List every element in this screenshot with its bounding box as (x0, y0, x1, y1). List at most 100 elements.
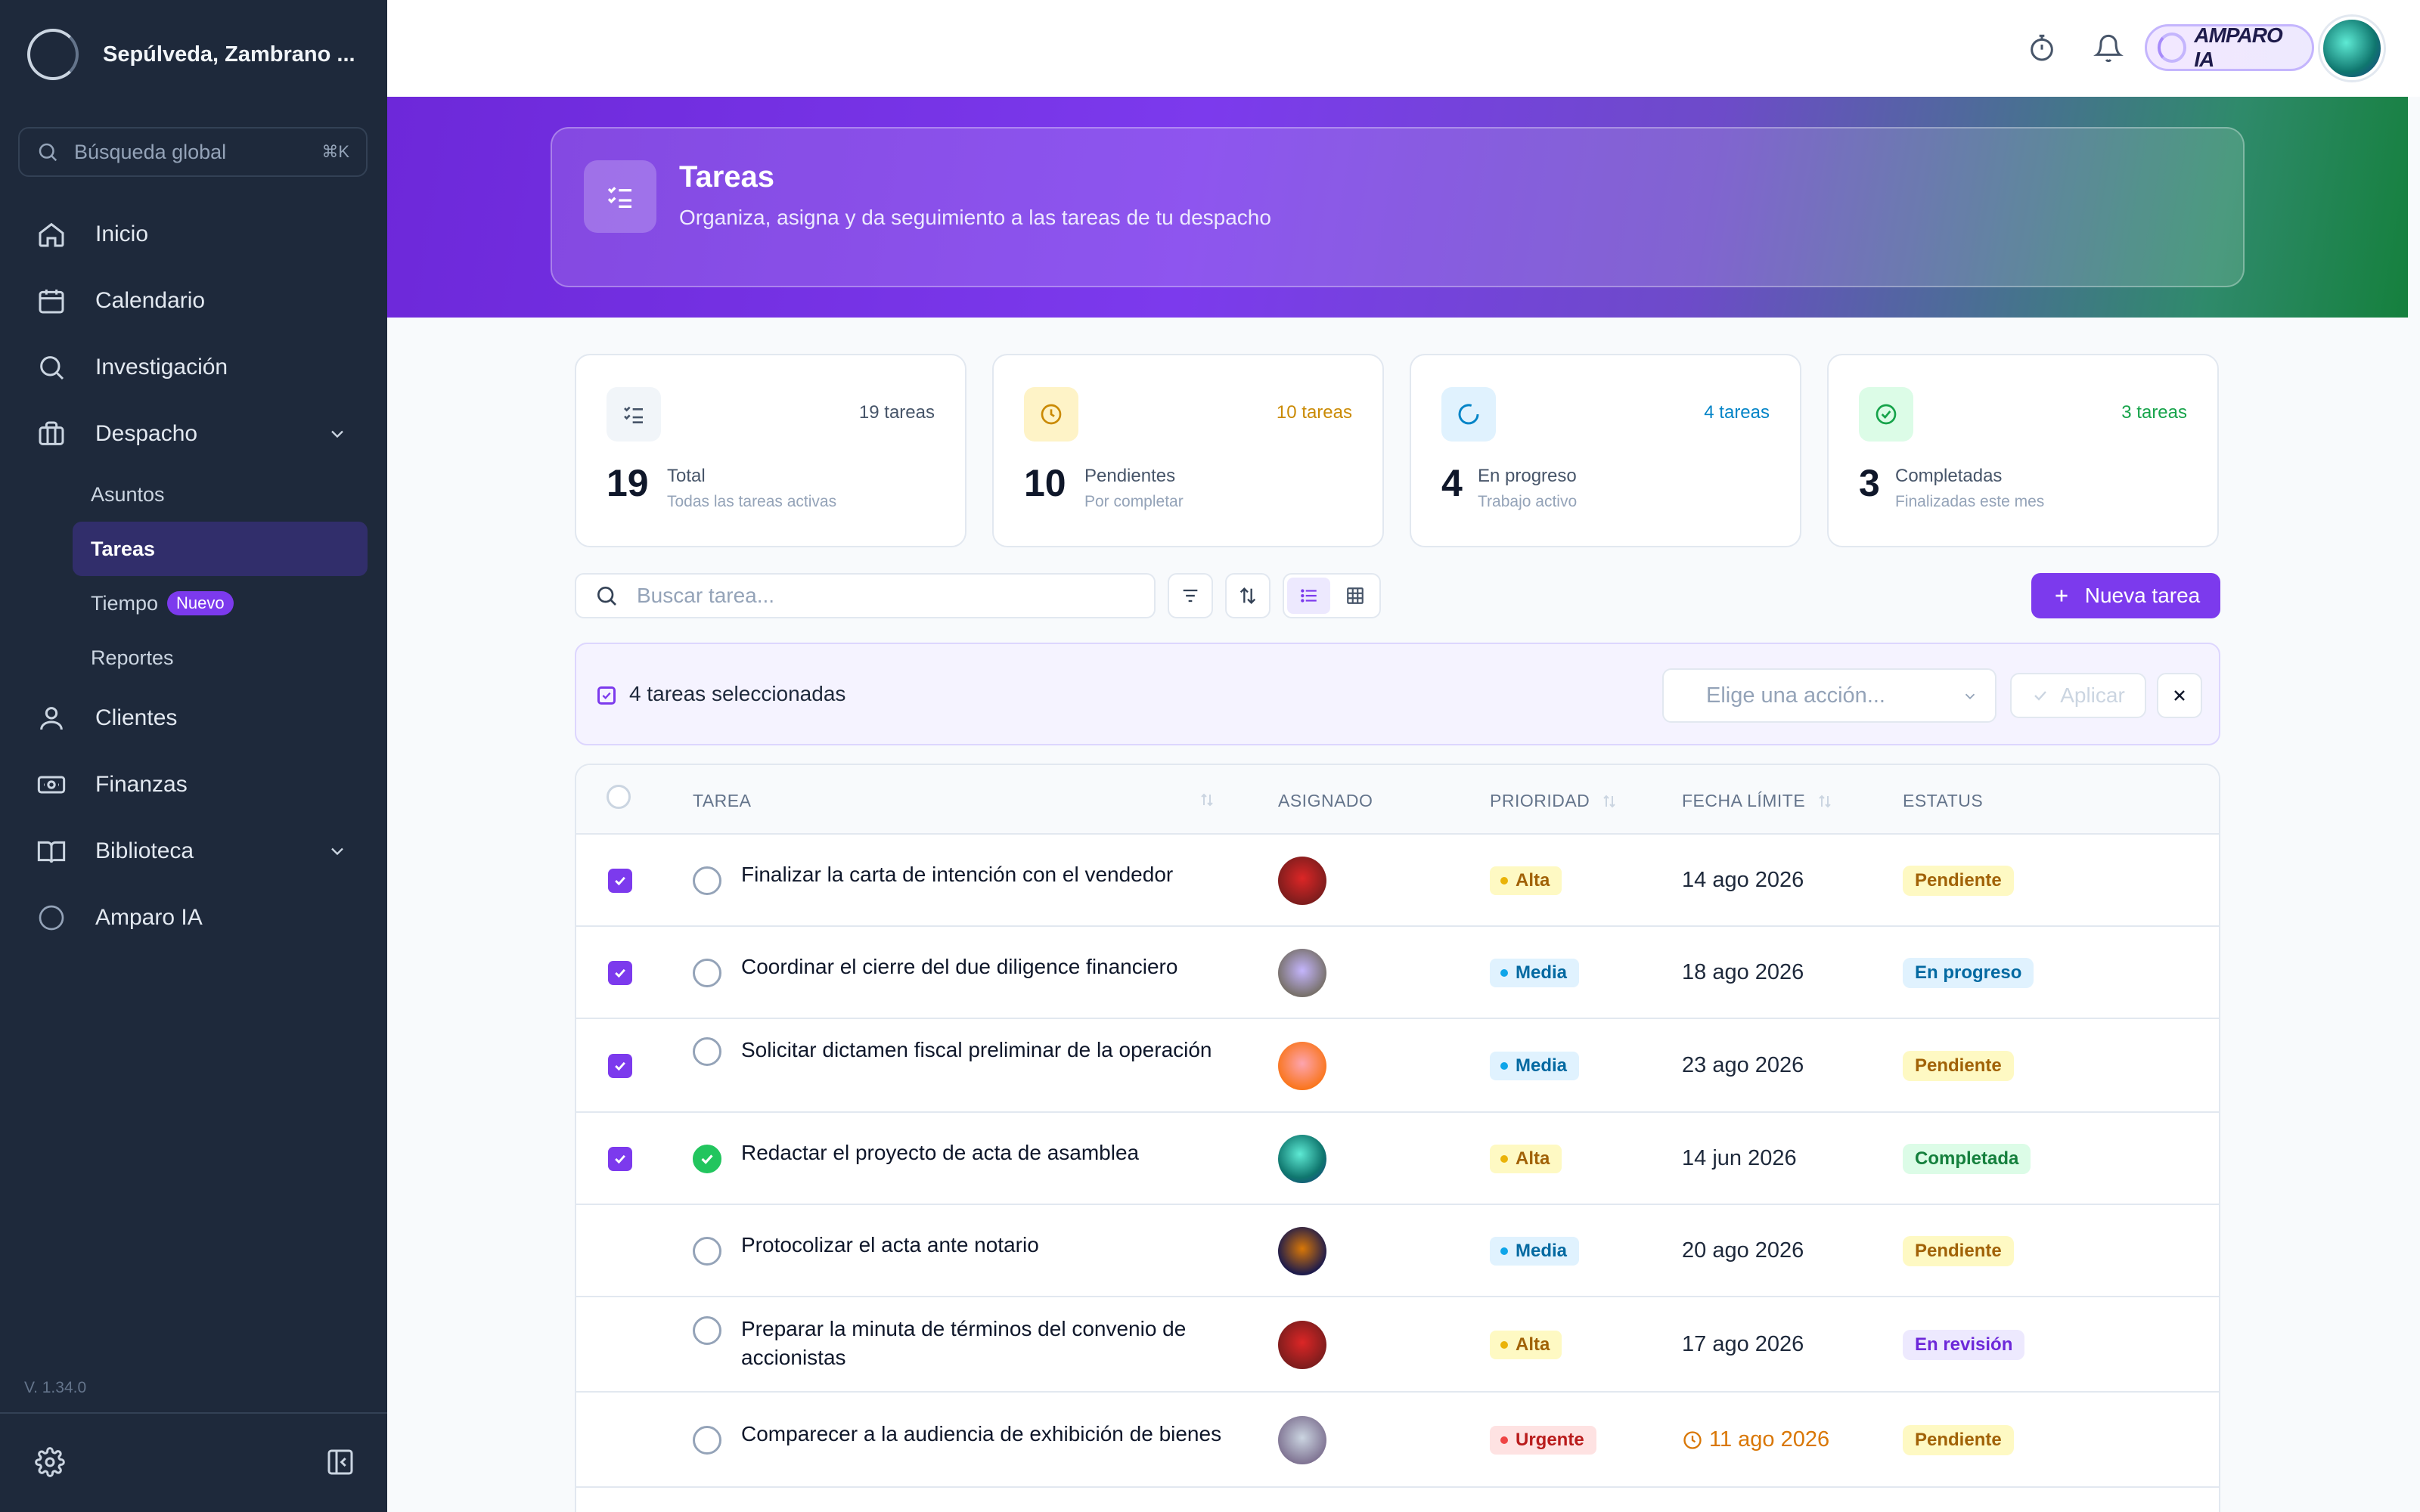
nav-item-amparo[interactable]: Amparo IA (0, 885, 387, 951)
task-complete-toggle[interactable] (693, 959, 721, 987)
nav-item-biblioteca[interactable]: Biblioteca (0, 818, 387, 885)
table-row[interactable]: Protocolizar el acta ante notario Media 20… (576, 1205, 2219, 1297)
column-header-fecha[interactable]: FECHA LÍMITE (1682, 791, 1834, 811)
global-search[interactable]: Búsqueda global ⌘K (18, 127, 368, 177)
table-row[interactable]: Preparar la minuta de términos del conve… (576, 1297, 2219, 1393)
status-badge: Completada (1903, 1144, 2031, 1174)
grid-view-button[interactable] (1333, 578, 1376, 614)
select-all-checkbox[interactable] (607, 785, 631, 809)
clear-selection-button[interactable] (2157, 673, 2202, 718)
task-title[interactable]: Finalizar la carta de intención con el v… (741, 860, 1240, 889)
priority-label: Media (1516, 962, 1568, 983)
task-title[interactable]: Preparar la minuta de términos del conve… (741, 1315, 1240, 1372)
priority-label: Media (1516, 1055, 1568, 1076)
assignee-avatar[interactable] (1278, 1416, 1326, 1464)
bulk-select-checkbox[interactable] (597, 686, 616, 705)
sort-icon (1239, 587, 1256, 604)
due-date: 18 ago 2026 (1682, 960, 1804, 985)
nav-item-calendario[interactable]: Calendario (0, 268, 387, 334)
column-header-tarea[interactable]: TAREA (693, 791, 751, 811)
amparo-ia-label: AMPARO IA (2194, 23, 2282, 71)
bulk-action-select[interactable]: Elige una acción... (1662, 668, 1996, 723)
list-view-button[interactable] (1287, 578, 1330, 614)
apply-button[interactable]: Aplicar (2010, 673, 2146, 718)
column-header-label: ASIGNADO (1278, 791, 1373, 810)
priority-dot (1500, 1247, 1508, 1255)
assignee-avatar[interactable] (1278, 1135, 1326, 1183)
sidebar: Sepúlveda, Zambrano ... Búsqueda global … (0, 0, 387, 1512)
bell-icon[interactable] (2093, 33, 2124, 64)
apply-label: Aplicar (2060, 683, 2125, 707)
new-badge: Nuevo (167, 591, 234, 615)
stat-number: 3 (1859, 462, 1880, 504)
chevron-down-icon[interactable] (327, 423, 348, 445)
amparo-ia-button[interactable]: AMPARO IA (2145, 23, 2314, 71)
task-complete-toggle[interactable] (693, 1426, 721, 1455)
stat-card-completadas: 3 tareas 3 Completadas Finalizadas este … (1827, 354, 2219, 547)
task-complete-toggle[interactable] (693, 866, 721, 895)
firm-switcher[interactable]: Sepúlveda, Zambrano ... (27, 29, 355, 80)
nav-item-investigacion[interactable]: Investigación (0, 334, 387, 401)
sub-item-tareas[interactable]: Tareas (73, 522, 368, 576)
user-avatar[interactable] (2320, 17, 2384, 80)
nav-item-inicio[interactable]: Inicio (0, 201, 387, 268)
priority-badge: Media (1490, 1237, 1580, 1266)
check-icon (615, 876, 625, 886)
task-complete-toggle[interactable] (693, 1237, 721, 1266)
sub-item-tiempo[interactable]: Tiempo Nuevo (73, 576, 368, 631)
column-header-label: TAREA (693, 791, 752, 810)
assignee-avatar[interactable] (1278, 1227, 1326, 1275)
new-task-button[interactable]: Nueva tarea (2031, 573, 2220, 618)
nav-item-clientes[interactable]: Clientes (0, 685, 387, 751)
stat-desc: Trabajo activo (1478, 493, 1578, 510)
stat-number: 10 (1024, 462, 1066, 504)
stat-count: 10 tareas (1276, 402, 1352, 423)
assignee-avatar[interactable] (1278, 1321, 1326, 1369)
stopwatch-icon[interactable] (2027, 33, 2057, 64)
priority-dot (1500, 877, 1508, 885)
task-complete-toggle[interactable] (693, 1145, 721, 1173)
row-checkbox[interactable] (608, 961, 632, 985)
gear-icon[interactable] (35, 1447, 65, 1477)
chevron-down-icon[interactable] (327, 841, 348, 862)
task-title[interactable]: Solicitar dictamen fiscal preliminar de … (741, 1036, 1240, 1064)
assignee-avatar[interactable] (1278, 1042, 1326, 1090)
task-title[interactable]: Redactar el proyecto de acta de asamblea (741, 1139, 1240, 1167)
column-header-prioridad[interactable]: PRIORIDAD (1490, 791, 1618, 811)
sub-item-reportes[interactable]: Reportes (73, 631, 368, 685)
task-title[interactable]: Protocolizar el acta ante notario (741, 1231, 1240, 1259)
column-header-asignado: ASIGNADO (1278, 791, 1373, 811)
task-complete-toggle[interactable] (693, 1316, 721, 1345)
table-row[interactable]: Redactar el proyecto de acta de asamblea… (576, 1113, 2219, 1205)
nav-label: Amparo IA (95, 905, 203, 930)
table-row[interactable]: Comparecer a la audiencia de exhibición … (576, 1393, 2219, 1488)
check-icon (615, 1154, 625, 1164)
row-checkbox[interactable] (608, 1054, 632, 1078)
row-checkbox[interactable] (608, 1147, 632, 1171)
plus-icon (2055, 590, 2068, 602)
row-checkbox[interactable] (608, 869, 632, 893)
stat-count: 19 tareas (858, 402, 935, 423)
table-row[interactable]: Coordinar el cierre del due diligence fi… (576, 927, 2219, 1019)
priority-dot (1500, 1062, 1508, 1070)
table-row[interactable]: Solicitar dictamen fiscal preliminar de … (576, 1019, 2219, 1113)
assignee-avatar[interactable] (1278, 949, 1326, 997)
priority-dot (1500, 1436, 1508, 1444)
collapse-sidebar-icon[interactable] (325, 1447, 355, 1477)
check-icon (615, 1061, 625, 1071)
task-complete-toggle[interactable] (693, 1037, 721, 1066)
nav-item-finanzas[interactable]: Finanzas (0, 751, 387, 818)
filter-button[interactable] (1168, 573, 1213, 618)
sort-arrows-icon[interactable] (1198, 791, 1216, 809)
assignee-avatar[interactable] (1278, 857, 1326, 905)
task-title[interactable]: Comparecer a la audiencia de exhibición … (741, 1420, 1240, 1448)
table-row[interactable]: Finalizar la carta de intención con el v… (576, 835, 2219, 927)
sort-button[interactable] (1225, 573, 1270, 618)
task-title[interactable]: Coordinar el cierre del due diligence fi… (741, 953, 1240, 981)
sub-item-asuntos[interactable]: Asuntos (73, 467, 368, 522)
nav-item-despacho[interactable]: Despacho (0, 401, 387, 467)
task-search-input[interactable] (637, 584, 1136, 608)
status-badge: En revisión (1903, 1330, 2025, 1360)
despacho-submenu: Asuntos Tareas Tiempo Nuevo Reportes (0, 467, 387, 685)
priority-dot (1500, 1341, 1508, 1349)
